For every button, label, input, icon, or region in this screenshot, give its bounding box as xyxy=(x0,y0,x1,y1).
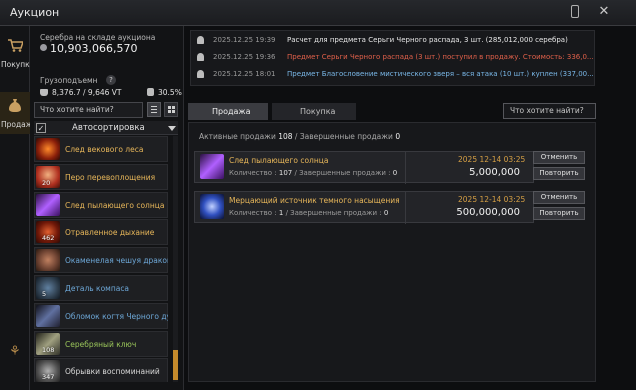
inventory-list: След векового леса 20 Перо перевоплощени… xyxy=(34,136,168,382)
notification-text: Предмет Благословение мистического зверя… xyxy=(287,70,594,78)
autosort-label: Автосортировка xyxy=(72,123,145,133)
purple-crystal-icon xyxy=(200,154,224,179)
listing-date: 2025 12-14 03:25 xyxy=(458,195,526,204)
inventory-scroll-thumb[interactable] xyxy=(173,350,178,380)
item-name: Обрывки воспоминаний xyxy=(65,367,160,377)
nav-buy[interactable]: Покупка xyxy=(0,32,34,74)
cancel-button[interactable]: Отменить xyxy=(533,191,585,204)
bell-icon xyxy=(197,53,204,61)
grid-view-button[interactable] xyxy=(164,102,178,117)
weight-percent-icon xyxy=(147,88,154,96)
silver-coin-icon xyxy=(40,44,47,51)
notification-row: 2025.12.25 18:01 Предмет Благословение м… xyxy=(191,68,596,82)
completed-sales-label: Завершенные продажи xyxy=(299,132,393,141)
tree-icon[interactable]: ⚘ xyxy=(9,344,22,360)
listing-price: 500,000,000 xyxy=(456,207,520,218)
money-bag-icon xyxy=(9,99,21,112)
window-title: Аукцион xyxy=(10,6,60,19)
repeat-button[interactable]: Повторить xyxy=(533,207,585,220)
divider xyxy=(405,152,406,184)
claw-icon xyxy=(36,304,60,327)
notification-text: Расчет для предмета Серьги Черного распа… xyxy=(287,36,568,44)
autosort-bar[interactable]: ✓ Автосортировка xyxy=(34,121,178,135)
repeat-button[interactable]: Повторить xyxy=(533,167,585,180)
window-titlebar: Аукцион ✕ xyxy=(0,0,636,26)
sales-summary: Активные продажи 108 / Завершенные прода… xyxy=(199,132,401,141)
divider xyxy=(405,192,406,224)
notification-time: 2025.12.25 19:39 xyxy=(213,36,276,44)
list-item[interactable]: 108 Серебряный ключ xyxy=(34,330,168,357)
item-name: Серебряный ключ xyxy=(65,339,137,349)
side-nav: Покупка Продажа ⚘ xyxy=(0,26,37,390)
red-orb-icon xyxy=(36,138,60,160)
silver-label: Серебра на складе аукциона xyxy=(40,33,156,42)
tab-buy[interactable]: Покупка xyxy=(272,103,356,120)
item-name: Деталь компаса xyxy=(65,283,130,293)
phone-icon[interactable] xyxy=(571,5,579,18)
list-item[interactable]: 20 Перо перевоплощения xyxy=(34,163,168,190)
listing-date: 2025 12-14 03:25 xyxy=(458,155,526,164)
item-name: След векового леса xyxy=(65,145,144,154)
notification-panel: 2025.12.25 19:39 Расчет для предмета Сер… xyxy=(190,30,595,86)
listing-name: След пылающего солнца xyxy=(229,156,329,165)
silver-value: 10,903,066,570 xyxy=(40,42,137,55)
dragon-scale-icon xyxy=(36,249,60,272)
silver-amount: 10,903,066,570 xyxy=(50,42,138,55)
bell-icon xyxy=(197,70,204,78)
list-item[interactable]: След пылающего солнца xyxy=(34,191,168,218)
notification-time: 2025.12.25 18:01 xyxy=(213,70,276,78)
item-name: След пылающего солнца xyxy=(65,200,165,210)
completed-sales-count: 0 xyxy=(395,132,401,141)
help-icon[interactable]: ? xyxy=(106,75,116,85)
purple-crystal-icon xyxy=(36,193,60,216)
notification-text: Предмет Серьги Черного распада (3 шт.) п… xyxy=(287,53,594,61)
list-item[interactable]: Обломок когтя Черного духа xyxy=(34,302,168,329)
list-item[interactable]: Окаменелая чешуя дракона xyxy=(34,247,168,274)
notification-row: 2025.12.25 19:36 Предмет Серьги Черного … xyxy=(191,51,596,65)
listing-name: Мерцающий источник темного насыщения xyxy=(229,196,400,205)
blue-orb-icon xyxy=(200,194,224,219)
notification-time: 2025.12.25 19:36 xyxy=(213,53,276,61)
item-name: Перо перевоплощения xyxy=(65,172,156,182)
listing-price: 5,000,000 xyxy=(469,167,520,178)
item-name: Окаменелая чешуя дракона xyxy=(65,256,168,266)
active-sales-count: 108 xyxy=(278,132,293,141)
cart-icon xyxy=(8,39,23,52)
compass-part-icon xyxy=(36,276,60,299)
cancel-button[interactable]: Отменить xyxy=(533,151,585,164)
list-item[interactable]: 347 Обрывки воспоминаний xyxy=(34,358,168,382)
sale-listing: Мерцающий источник темного насыщения Кол… xyxy=(194,191,534,224)
bell-icon xyxy=(197,36,204,44)
active-sales-label: Активные продажи xyxy=(199,132,276,141)
list-item[interactable]: 5 Деталь компаса xyxy=(34,274,168,301)
list-item[interactable]: След векового леса xyxy=(34,136,168,162)
item-name: Обломок когтя Черного духа xyxy=(65,311,168,321)
listing-stats: Количество : 107 / Завершенные продажи :… xyxy=(229,169,398,177)
weight-label: Грузоподъемн xyxy=(40,76,98,85)
inventory-search-input[interactable]: Что хотите найти? xyxy=(34,102,143,118)
listing-stats: Количество : 1 / Завершенные продажи : 0 xyxy=(229,209,389,217)
list-view-button[interactable] xyxy=(147,102,161,117)
weight-icon xyxy=(40,89,48,96)
inventory-scrollbar[interactable] xyxy=(173,136,178,382)
tab-sell[interactable]: Продажа xyxy=(188,103,268,120)
autosort-checkbox[interactable]: ✓ xyxy=(36,123,46,133)
weight-percent: 30.5% xyxy=(158,88,182,97)
nav-sell[interactable]: Продажа xyxy=(0,92,37,134)
sale-listing: След пылающего солнца Количество : 107 /… xyxy=(194,151,534,184)
chevron-down-icon[interactable] xyxy=(168,126,176,131)
weight-value: 8,376.7 / 9,646 VT xyxy=(52,88,122,97)
close-icon[interactable]: ✕ xyxy=(596,4,612,20)
item-name: Отравленное дыхание xyxy=(65,228,155,238)
notification-row: 2025.12.25 19:39 Расчет для предмета Сер… xyxy=(191,34,596,48)
list-item[interactable]: 462 Отравленное дыхание xyxy=(34,219,168,246)
search-input[interactable]: Что хотите найти? xyxy=(503,103,596,119)
